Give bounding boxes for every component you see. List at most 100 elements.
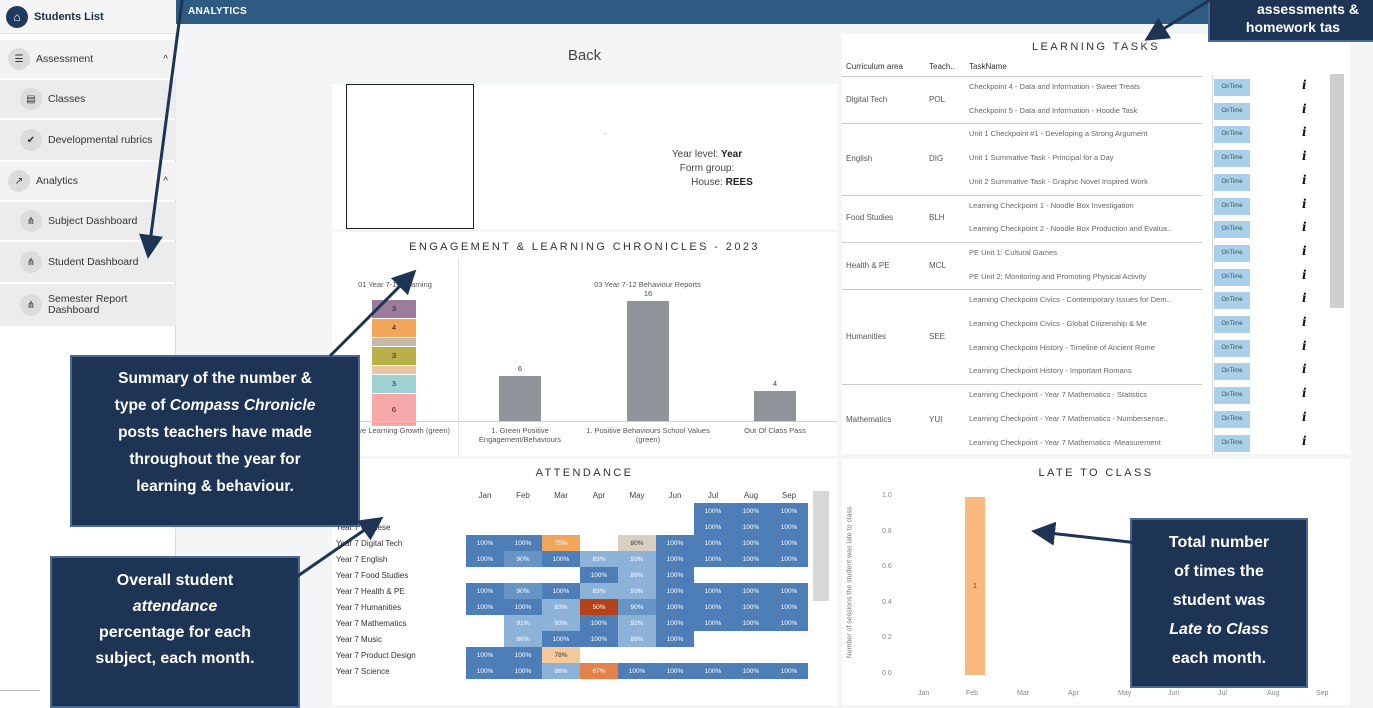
attendance-cell[interactable]: 100% [770, 663, 808, 679]
attendance-cell[interactable]: 90% [504, 551, 542, 567]
task-name[interactable]: Unit 1 Summative Task - Principal for a … [969, 153, 1209, 162]
table-row[interactable]: Year 7 Health & PE 100% 90% 100% 83% 93% 100% 1… [334, 583, 808, 599]
attendance-cell[interactable] [580, 535, 618, 551]
behaviour-bar[interactable] [499, 376, 541, 421]
sidebar-item-developmental-rubrics[interactable]: ✔ Developmental rubrics [0, 120, 176, 160]
attendance-cell[interactable]: 100% [694, 663, 732, 679]
attendance-cell[interactable]: 93% [542, 615, 580, 631]
table-row[interactable]: Year 7 Chinese 100% 100% 100% [334, 519, 808, 535]
chevron-up-icon[interactable]: ^ [163, 176, 168, 187]
attendance-cell[interactable]: 100% [542, 583, 580, 599]
attendance-cell[interactable]: 100% [694, 519, 732, 535]
table-row[interactable]: Art100%100%100% [334, 503, 808, 519]
attendance-cell[interactable]: 90% [618, 599, 656, 615]
attendance-cell[interactable]: 100% [694, 503, 732, 519]
attendance-cell[interactable]: 100% [504, 599, 542, 615]
attendance-cell[interactable]: 100% [694, 615, 732, 631]
attendance-cell[interactable]: 100% [504, 647, 542, 663]
attendance-cell[interactable]: 83% [542, 599, 580, 615]
task-name[interactable]: Unit 1 Checkpoint #1 - Developing a Stro… [969, 129, 1209, 138]
attendance-cell[interactable]: 100% [656, 583, 694, 599]
attendance-cell[interactable]: 75% [542, 535, 580, 551]
attendance-cell[interactable]: 100% [732, 519, 770, 535]
attendance-cell[interactable]: 100% [694, 551, 732, 567]
attendance-cell[interactable]: 100% [466, 535, 504, 551]
table-row[interactable]: Year 7 Food Studies 100% 89% 100% [334, 567, 808, 583]
attendance-cell[interactable] [542, 567, 580, 583]
attendance-cell[interactable] [656, 647, 694, 663]
attendance-cell[interactable]: 100% [656, 567, 694, 583]
column-header[interactable]: TaskName [969, 62, 1007, 71]
attendance-cell[interactable]: 89% [618, 567, 656, 583]
table-row[interactable]: Year 7 Humanities 100% 100% 83% 50% 90% 100% 10… [334, 599, 808, 615]
attendance-cell[interactable]: 86% [542, 663, 580, 679]
attendance-cell[interactable] [580, 503, 618, 519]
info-icon[interactable]: i [1302, 339, 1307, 353]
attendance-cell[interactable]: 100% [466, 663, 504, 679]
attendance-cell[interactable]: 100% [770, 519, 808, 535]
attendance-cell[interactable] [542, 519, 580, 535]
attendance-cell[interactable]: 100% [656, 631, 694, 647]
attendance-cell[interactable]: 100% [694, 535, 732, 551]
task-name[interactable]: Learning Checkpoint Civics - Contemporar… [969, 295, 1209, 304]
sidebar-item-semester-report[interactable]: ⋔ Semester Report Dashboard [0, 284, 176, 326]
sidebar-item-subject-dashboard[interactable]: ⋔ Subject Dashboard [0, 202, 176, 240]
info-icon[interactable]: i [1302, 220, 1307, 234]
task-name[interactable]: Learning Checkpoint - Year 7 Mathematics… [969, 414, 1209, 423]
attendance-cell[interactable]: 100% [770, 535, 808, 551]
attendance-cell[interactable]: 100% [466, 583, 504, 599]
chevron-up-icon[interactable]: ^ [163, 54, 168, 65]
behaviour-bar[interactable] [754, 391, 796, 421]
attendance-cell[interactable]: 100% [542, 631, 580, 647]
table-row[interactable]: Year 7 Music 86% 100% 100% 89% 100% [334, 631, 808, 647]
task-name[interactable]: Learning Checkpoint History - Important … [969, 366, 1209, 375]
task-name[interactable]: Unit 2 Summative Task - Graphic Novel In… [969, 177, 1209, 186]
column-header[interactable]: Teach.. [929, 62, 955, 71]
task-name[interactable]: Learning Checkpoint 1 - Noodle Box Inves… [969, 201, 1209, 210]
attendance-cell[interactable]: 89% [618, 631, 656, 647]
attendance-cell[interactable]: 100% [694, 599, 732, 615]
attendance-cell[interactable] [466, 631, 504, 647]
attendance-cell[interactable]: 100% [656, 615, 694, 631]
sidebar-item-assessment[interactable]: ☰ Assessment ^ [0, 40, 176, 78]
attendance-cell[interactable]: 100% [770, 615, 808, 631]
attendance-cell[interactable] [580, 647, 618, 663]
task-name[interactable]: Checkpoint 4 - Data and Information - Sw… [969, 82, 1209, 91]
attendance-cell[interactable]: 100% [770, 551, 808, 567]
attendance-cell[interactable]: 86% [504, 631, 542, 647]
sidebar-item-student-dashboard[interactable]: ⋔ Student Dashboard [0, 242, 176, 282]
attendance-cell[interactable]: 78% [542, 647, 580, 663]
behaviour-bar[interactable] [627, 301, 669, 421]
attendance-cell[interactable]: 83% [580, 551, 618, 567]
attendance-cell[interactable]: 100% [656, 535, 694, 551]
attendance-cell[interactable] [770, 631, 808, 647]
attendance-cell[interactable] [694, 631, 732, 647]
attendance-cell[interactable] [618, 503, 656, 519]
attendance-cell[interactable] [542, 503, 580, 519]
table-row[interactable]: Year 7 Science 100% 100% 86% 67% 100% 100% 100%… [334, 663, 808, 679]
sidebar-item-analytics[interactable]: ↗ Analytics ^ [0, 162, 176, 200]
info-icon[interactable]: i [1302, 102, 1307, 116]
task-name[interactable]: Checkpoint 5 - Data and Information - Ho… [969, 106, 1209, 115]
attendance-cell[interactable]: 67% [580, 663, 618, 679]
attendance-cell[interactable]: 100% [618, 663, 656, 679]
attendance-cell[interactable]: 100% [732, 599, 770, 615]
scrollbar[interactable] [813, 491, 829, 601]
attendance-cell[interactable]: 100% [466, 551, 504, 567]
info-icon[interactable]: i [1302, 149, 1307, 163]
stack-segment[interactable]: 3 [372, 347, 416, 365]
task-name[interactable]: PE Unit 2: Monitoring and Promoting Phys… [969, 272, 1209, 281]
info-icon[interactable]: i [1302, 244, 1307, 258]
attendance-cell[interactable] [466, 567, 504, 583]
attendance-cell[interactable] [694, 647, 732, 663]
stacked-bar[interactable]: 34336 [372, 300, 416, 426]
table-row[interactable]: Year 7 English 100% 90% 100% 83% 93% 100% 100% 1… [334, 551, 808, 567]
attendance-cell[interactable]: 93% [618, 583, 656, 599]
attendance-cell[interactable] [618, 519, 656, 535]
task-name[interactable]: Learning Checkpoint History - Timeline o… [969, 343, 1209, 352]
back-button[interactable]: Back [332, 38, 837, 78]
info-icon[interactable]: i [1302, 197, 1307, 211]
task-name[interactable]: PE Unit 1: Cultural Games [969, 248, 1209, 257]
attendance-cell[interactable] [656, 503, 694, 519]
attendance-cell[interactable] [466, 615, 504, 631]
